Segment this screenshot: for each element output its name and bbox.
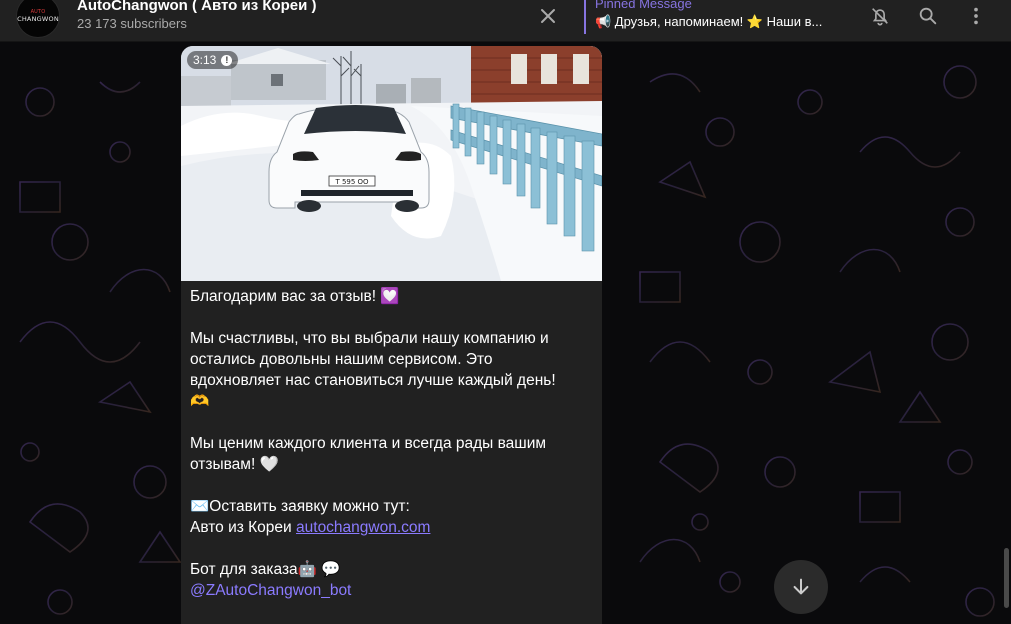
message-line: 🫶 xyxy=(190,393,210,410)
channel-info[interactable]: AutoChangwon ( Авто из Кореи ) 23 173 su… xyxy=(77,0,317,31)
info-icon: ! xyxy=(221,54,233,66)
bell-off-icon xyxy=(872,8,888,26)
video-duration: 3:13 xyxy=(193,53,217,67)
channel-title: AutoChangwon ( Авто из Кореи ) xyxy=(77,0,317,14)
close-pinned-button[interactable] xyxy=(535,4,561,28)
pinned-label: Pinned Message xyxy=(595,0,692,11)
chat-header: AUTO CHANGWON AutoChangwon ( Авто из Кор… xyxy=(0,0,1011,42)
video-thumbnail[interactable]: Т 595 ОО 3:13 ! xyxy=(181,46,602,281)
more-button[interactable] xyxy=(962,3,990,29)
more-vertical-icon xyxy=(974,7,978,25)
message-line: Мы счастливы, что вы выбрали нашу компан… xyxy=(190,330,549,347)
search-icon xyxy=(919,7,937,25)
message-text: Благодарим вас за отзыв! 💟 Мы счастливы,… xyxy=(181,281,602,601)
scroll-down-button[interactable] xyxy=(774,560,828,614)
video-frame: Т 595 ОО xyxy=(181,46,602,281)
mute-button[interactable] xyxy=(866,3,894,29)
subscriber-count: 23 173 subscribers xyxy=(77,16,187,31)
license-plate: Т 595 ОО xyxy=(334,178,369,186)
message-text-prefix: Авто из Кореи xyxy=(190,519,297,536)
pinned-message[interactable]: Pinned Message 📢 Друзья, напоминаем! ⭐ Н… xyxy=(584,0,844,34)
message-line: вдохновляет нас становиться лучше каждый… xyxy=(190,372,556,389)
arrow-down-icon xyxy=(793,578,809,595)
pinned-text: 📢 Друзья, напоминаем! ⭐ Наши в... xyxy=(595,14,823,29)
channel-avatar[interactable]: AUTO CHANGWON xyxy=(16,0,60,38)
search-button[interactable] xyxy=(914,3,942,29)
message-line: Авто из Кореи autochangwon.com xyxy=(190,517,593,538)
message-line: остались довольны нашим сервисом. Это xyxy=(190,351,493,368)
message-line: отзывам! 🤍 xyxy=(190,456,279,473)
message-line: Бот для заказа🤖 💬 xyxy=(190,561,341,578)
bot-mention-link[interactable]: @ZAutoChangwon_bot xyxy=(190,580,593,601)
website-link[interactable]: autochangwon.com xyxy=(296,519,430,536)
avatar-logo: AUTO CHANGWON xyxy=(17,9,59,23)
message-bubble: Т 595 ОО 3:13 ! Благодарим вас за отзыв!… xyxy=(181,46,602,624)
scrollbar[interactable] xyxy=(1004,548,1009,608)
video-duration-badge: 3:13 ! xyxy=(187,51,239,69)
message-line: Мы ценим каждого клиента и всегда рады в… xyxy=(190,435,547,452)
close-icon xyxy=(541,9,555,23)
message-line: Благодарим вас за отзыв! 💟 xyxy=(190,288,400,305)
message-line: ✉️Оставить заявку можно тут: xyxy=(190,498,410,515)
